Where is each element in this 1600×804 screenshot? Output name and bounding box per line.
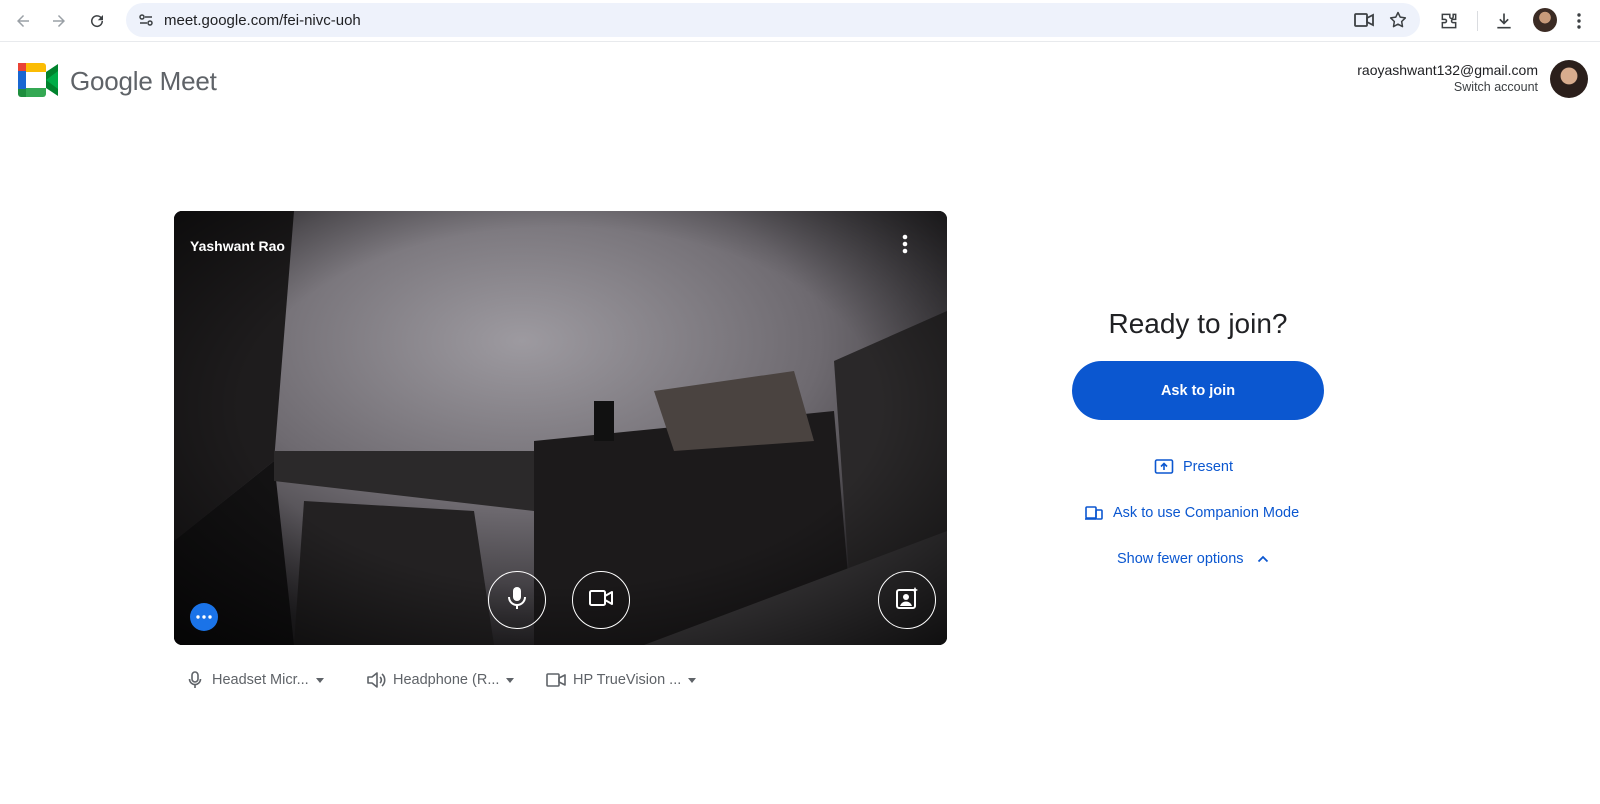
- profile-avatar[interactable]: [1533, 8, 1557, 32]
- menu-icon[interactable]: [1566, 6, 1592, 36]
- background-effects-dots-icon[interactable]: [190, 603, 218, 631]
- mic-toggle-button[interactable]: [488, 571, 546, 629]
- camera-icon: [589, 589, 613, 612]
- present-icon: [1153, 456, 1175, 478]
- microphone-selector[interactable]: Headset Micr...: [184, 668, 324, 692]
- chevron-down-icon: [315, 677, 324, 683]
- download-icon[interactable]: [1489, 6, 1519, 36]
- camera-icon: [545, 669, 567, 691]
- self-video-preview: Yashwant Rao: [174, 211, 947, 645]
- camera-feed-image: [174, 211, 947, 645]
- forward-icon[interactable]: [44, 6, 74, 36]
- app-title: Google Meet: [70, 66, 217, 96]
- address-bar[interactable]: meet.google.com/fei-nivc-uoh: [126, 3, 1420, 37]
- show-fewer-label: Show fewer options: [1117, 551, 1244, 567]
- microphone-label: Headset Micr...: [212, 672, 309, 688]
- chevron-down-icon: [506, 677, 515, 683]
- back-icon[interactable]: [8, 6, 38, 36]
- ready-to-join-heading: Ready to join?: [1108, 308, 1288, 339]
- chevron-up-icon: [1252, 548, 1274, 570]
- browser-toolbar: meet.google.com/fei-nivc-uoh: [0, 0, 1600, 42]
- toolbar-divider: [1477, 11, 1478, 31]
- speaker-selector[interactable]: Headphone (R...: [365, 668, 515, 692]
- show-fewer-options-button[interactable]: Show fewer options: [1117, 547, 1274, 571]
- camera-selector[interactable]: HP TrueVision ...: [545, 668, 697, 692]
- url-text[interactable]: meet.google.com/fei-nivc-uoh: [164, 12, 361, 29]
- switch-account-link[interactable]: Switch account: [1454, 80, 1538, 94]
- speaker-icon: [365, 669, 387, 691]
- account-email: raoyashwant132@gmail.com: [1357, 62, 1538, 78]
- visual-effects-icon: [895, 586, 919, 615]
- site-settings-icon[interactable]: [134, 8, 158, 32]
- account-avatar[interactable]: [1550, 60, 1588, 98]
- reload-icon[interactable]: [82, 6, 112, 36]
- participant-name: Yashwant Rao: [190, 238, 285, 254]
- mic-icon: [184, 669, 206, 691]
- more-options-icon[interactable]: [890, 229, 920, 259]
- camera-toggle-button[interactable]: [572, 571, 630, 629]
- camera-label: HP TrueVision ...: [573, 672, 682, 688]
- companion-mode-label: Ask to use Companion Mode: [1113, 505, 1300, 521]
- camera-in-use-icon[interactable]: [1352, 8, 1376, 32]
- ask-to-join-button[interactable]: Ask to join: [1072, 361, 1324, 420]
- mic-icon: [507, 586, 527, 615]
- present-label: Present: [1183, 459, 1233, 475]
- chevron-down-icon: [688, 677, 697, 683]
- bookmark-star-icon[interactable]: [1386, 8, 1410, 32]
- companion-mode-icon: [1083, 502, 1105, 524]
- companion-mode-button[interactable]: Ask to use Companion Mode: [1083, 501, 1299, 525]
- present-button[interactable]: Present: [1153, 455, 1233, 479]
- extensions-icon[interactable]: [1434, 6, 1464, 36]
- visual-effects-button[interactable]: [878, 571, 936, 629]
- google-meet-logo-icon: [18, 63, 58, 97]
- speaker-label: Headphone (R...: [393, 672, 500, 688]
